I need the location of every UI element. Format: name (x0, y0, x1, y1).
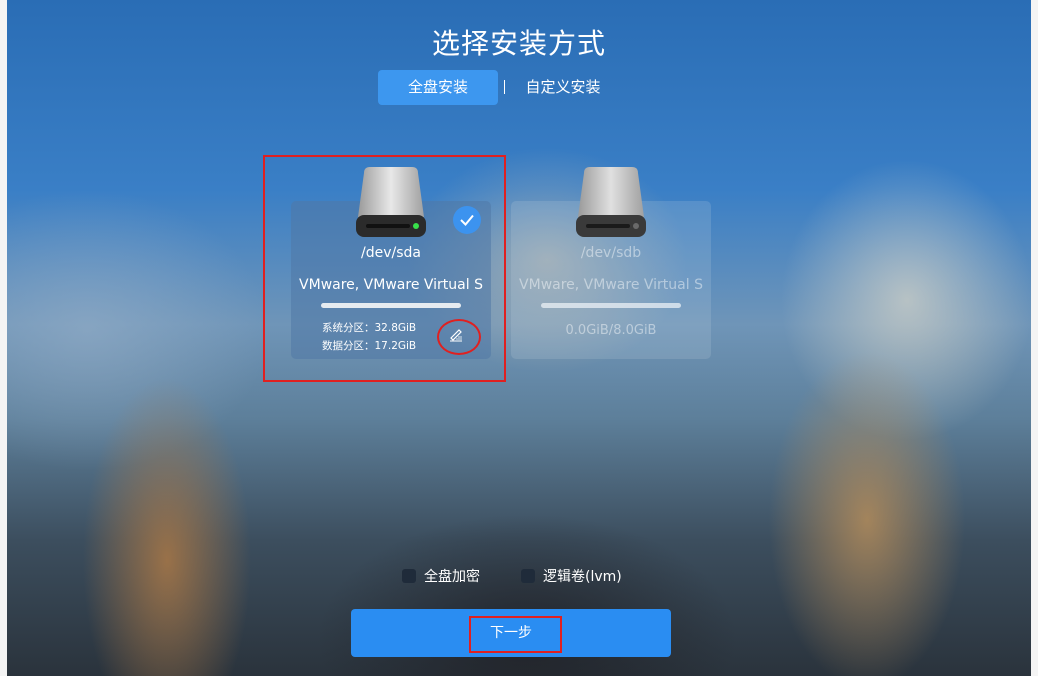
drive-icon (576, 167, 646, 237)
disk-model-name: VMware, VMware Virtual S (519, 277, 703, 293)
option-label: 逻辑卷(lvm) (543, 569, 622, 585)
disk-device-name: /dev/sdb (580, 245, 642, 261)
tab-full-disk-install[interactable]: 全盘安装 (378, 70, 498, 105)
installer-screen: 选择安装方式 全盘安装 自定义安装 /dev/sda VMware, VMwar… (7, 0, 1031, 676)
lvm-option[interactable]: 逻辑卷(lvm) (521, 567, 622, 585)
page-title: 选择安装方式 (431, 27, 606, 60)
checkbox[interactable] (402, 569, 416, 583)
disk-card-sdb[interactable]: /dev/sdb VMware, VMware Virtual S 0.0GiB… (511, 167, 711, 359)
annotation-circle-edit (437, 319, 481, 355)
checkbox[interactable] (521, 569, 535, 583)
full-disk-encryption-option[interactable]: 全盘加密 (402, 567, 480, 585)
right-window-edge (1031, 0, 1038, 676)
option-label: 全盘加密 (424, 569, 480, 585)
tab-custom-install[interactable]: 自定义安装 (508, 70, 618, 105)
disk-usage-bar (541, 303, 681, 308)
left-window-edge (0, 0, 7, 676)
disk-capacity-text: 0.0GiB/8.0GiB (565, 323, 657, 338)
tab-separator (504, 80, 505, 94)
annotation-box-next (469, 616, 562, 653)
